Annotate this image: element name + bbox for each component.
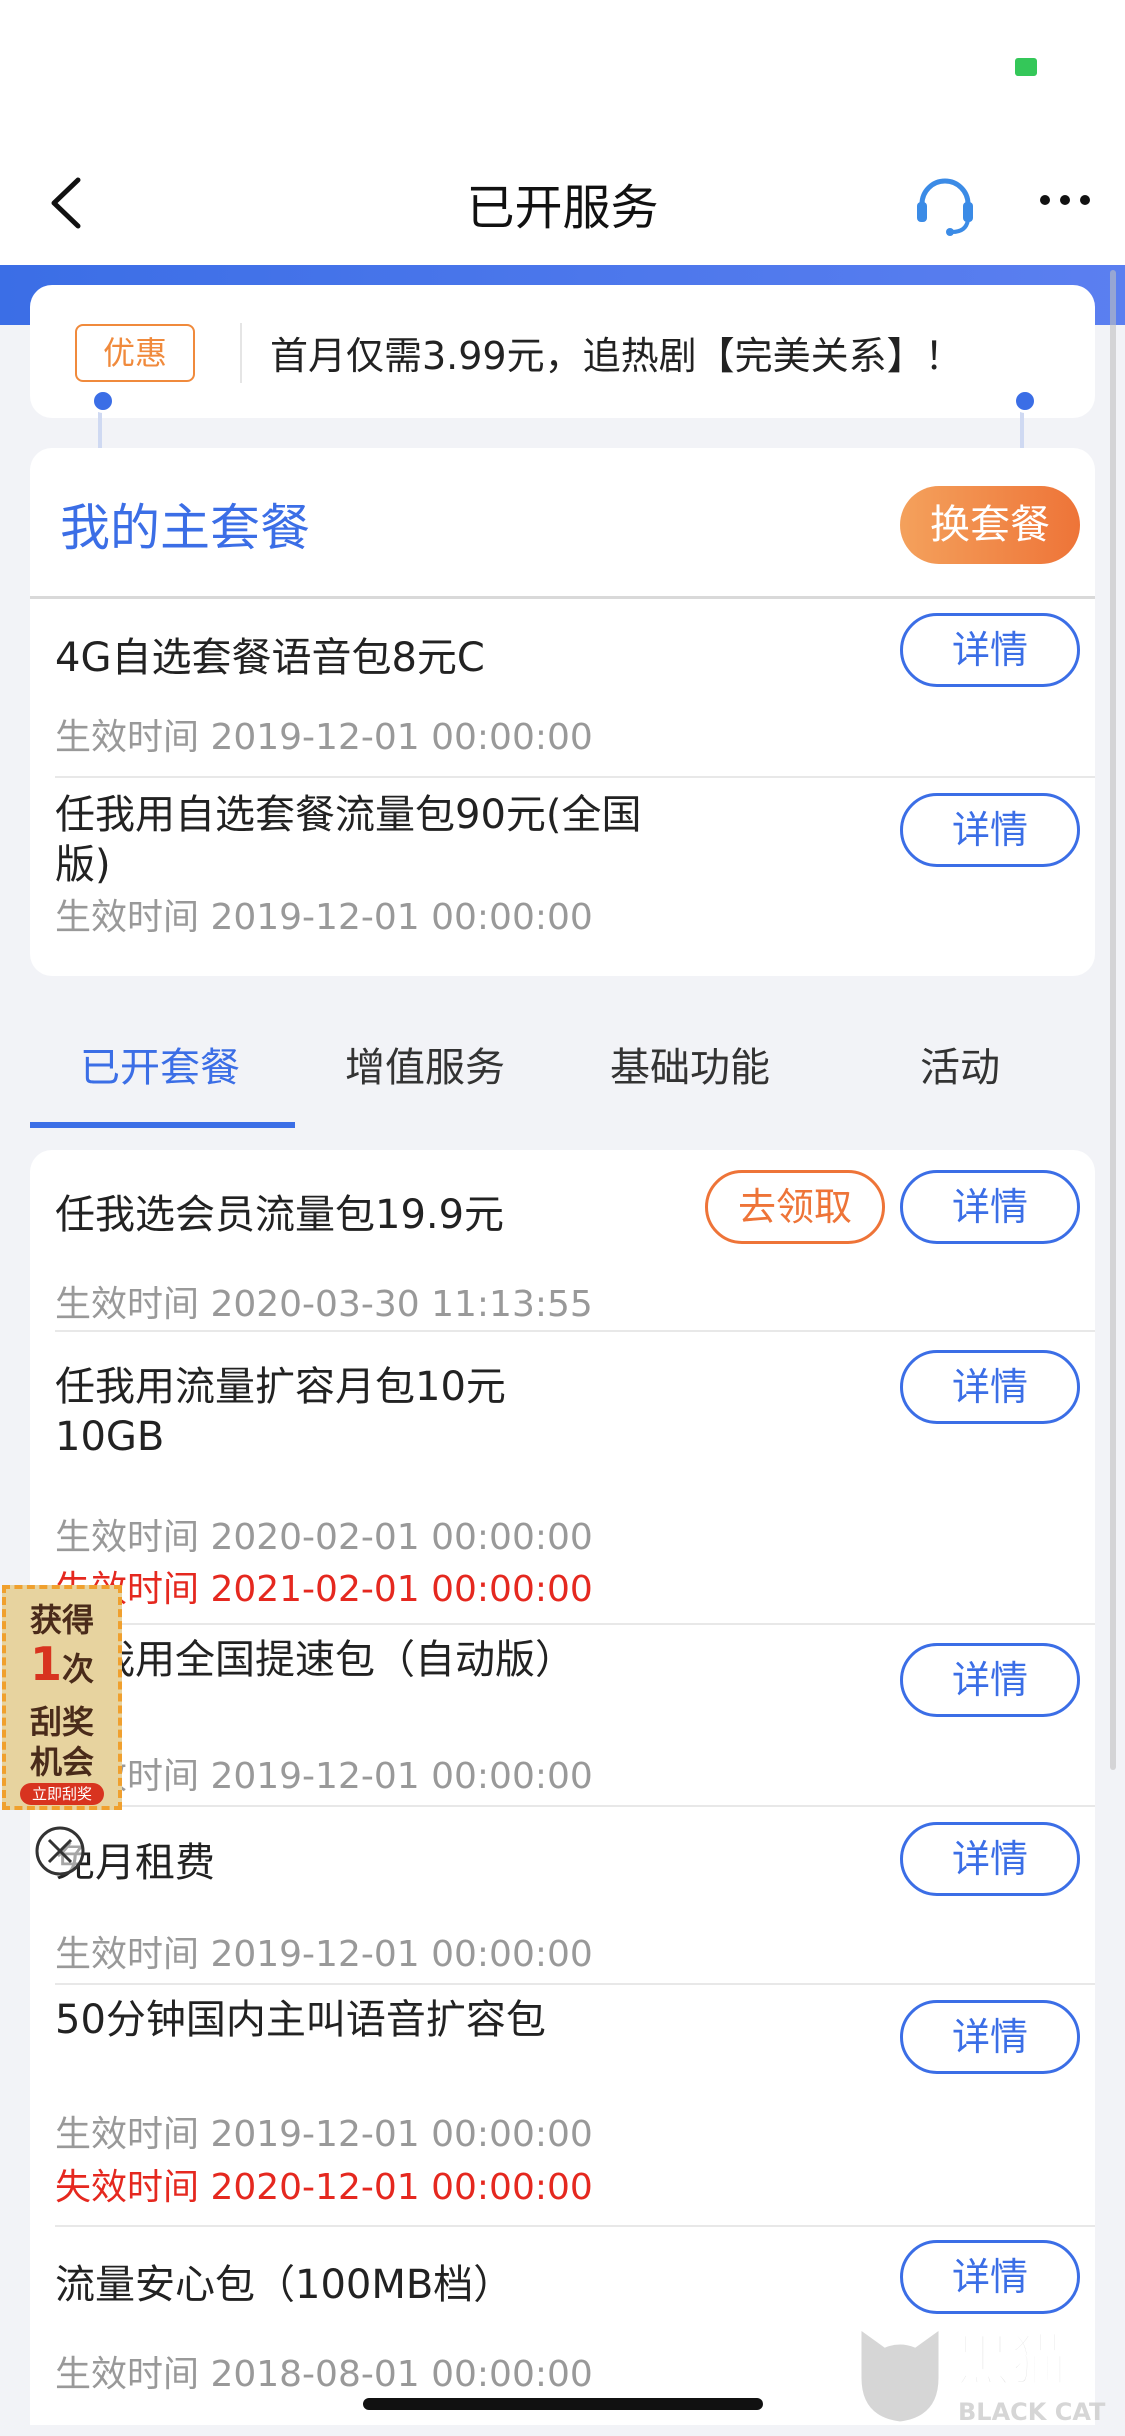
service-item-date: 生效时间 2018-08-01 00:00:00 <box>55 2354 593 2395</box>
promo-banner[interactable]: 优惠 首月仅需3.99元，追热剧【完美关系】！ <box>30 285 1095 418</box>
service-item-name: 流量安心包（100MB档） <box>55 2262 514 2308</box>
tab-basic-functions[interactable]: 基础功能 <box>610 1035 770 1093</box>
package-item-date: 生效时间 2019-12-01 00:00:00 <box>55 717 593 758</box>
black-cat-watermark-logo: 黑猫 BLACK CAT <box>858 2325 1106 2426</box>
detail-button[interactable]: 详情 <box>900 793 1080 867</box>
package-item-name: 任我用自选套餐流量包90元(全国版) <box>55 792 642 888</box>
tab-value-added-services[interactable]: 增值服务 <box>345 1035 505 1093</box>
detail-button[interactable]: 详情 <box>900 1170 1080 1244</box>
scratch-line2: 次 <box>62 1650 95 1688</box>
tab-activities[interactable]: 活动 <box>920 1035 1000 1093</box>
service-item-name: 50分钟国内主叫语音扩容包 <box>55 1997 546 2043</box>
status-bar <box>0 0 1125 140</box>
service-item-date: 生效时间 2019-12-01 00:00:00 <box>55 1756 593 1797</box>
divider <box>55 1330 1095 1332</box>
promo-divider <box>240 323 242 383</box>
detail-button[interactable]: 详情 <box>900 2000 1080 2074</box>
scratch-lottery-float[interactable]: 获得 1次 刮奖 机会 立即刮奖 <box>2 1585 122 1810</box>
scratch-now-button[interactable]: 立即刮奖 <box>20 1783 104 1805</box>
promo-tag: 优惠 <box>75 324 195 382</box>
detail-button[interactable]: 详情 <box>900 2240 1080 2314</box>
close-icon[interactable] <box>34 1825 86 1877</box>
claim-button[interactable]: 去领取 <box>705 1170 885 1244</box>
customer-service-headset-icon[interactable] <box>912 162 978 242</box>
main-package-title: 我的主套餐 <box>60 499 310 557</box>
scratch-line4: 机会 <box>29 1743 94 1781</box>
scrollbar[interactable] <box>1110 270 1116 1770</box>
watermark-cn: 黑猫 <box>955 2329 1067 2394</box>
scratch-line1: 获得 <box>29 1601 94 1639</box>
service-item-name: 任我选会员流量包19.9元 <box>55 1192 505 1238</box>
divider <box>55 2225 1095 2227</box>
package-item-date: 生效时间 2019-12-01 00:00:00 <box>55 897 593 938</box>
service-item-expire: 失效时间 2021-02-01 00:00:00 <box>55 1569 593 1610</box>
divider <box>55 1805 1095 1807</box>
detail-button[interactable]: 详情 <box>900 1822 1080 1896</box>
battery-icon <box>1015 58 1037 76</box>
divider <box>55 1623 1095 1625</box>
promo-text: 首月仅需3.99元，追热剧【完美关系】！ <box>270 334 963 378</box>
more-icon[interactable] <box>1035 170 1095 230</box>
divider <box>55 776 1095 778</box>
detail-button[interactable]: 详情 <box>900 1643 1080 1717</box>
service-item-date: 生效时间 2020-02-01 00:00:00 <box>55 1517 593 1558</box>
scratch-count: 1 <box>29 1637 62 1691</box>
active-tab-indicator <box>30 1122 295 1128</box>
scratch-count-line: 1次 <box>6 1637 118 1691</box>
divider <box>30 596 1095 599</box>
nav-bar: 已开服务 <box>0 140 1125 265</box>
service-item-date: 生效时间 2020-03-30 11:13:55 <box>55 1284 593 1325</box>
service-item-expire: 失效时间 2020-12-01 00:00:00 <box>55 2167 593 2208</box>
services-list: 任我选会员流量包19.9元 生效时间 2020-03-30 11:13:55 去… <box>30 1150 1095 2425</box>
package-item-name: 4G自选套餐语音包8元C <box>55 635 485 681</box>
service-tabs: 已开套餐 增值服务 基础功能 活动 <box>30 1010 1095 1130</box>
main-package-card: 我的主套餐 换套餐 4G自选套餐语音包8元C 生效时间 2019-12-01 0… <box>30 448 1095 976</box>
watermark-en: BLACK CAT <box>958 2398 1106 2426</box>
service-item-name: 免月租费 <box>55 1840 215 1886</box>
service-item-date: 生效时间 2019-12-01 00:00:00 <box>55 1934 593 1975</box>
service-item-name: 任我用流量扩容月包10元10GB <box>55 1364 506 1460</box>
detail-button[interactable]: 详情 <box>900 613 1080 687</box>
tab-opened-packages[interactable]: 已开套餐 <box>80 1035 240 1093</box>
detail-button[interactable]: 详情 <box>900 1350 1080 1424</box>
divider <box>55 1983 1095 1985</box>
service-item-name: 任我用全国提速包（自动版） <box>55 1637 575 1683</box>
home-indicator[interactable] <box>363 2398 763 2410</box>
switch-package-button[interactable]: 换套餐 <box>900 486 1080 564</box>
service-item-date: 生效时间 2019-12-01 00:00:00 <box>55 2114 593 2155</box>
